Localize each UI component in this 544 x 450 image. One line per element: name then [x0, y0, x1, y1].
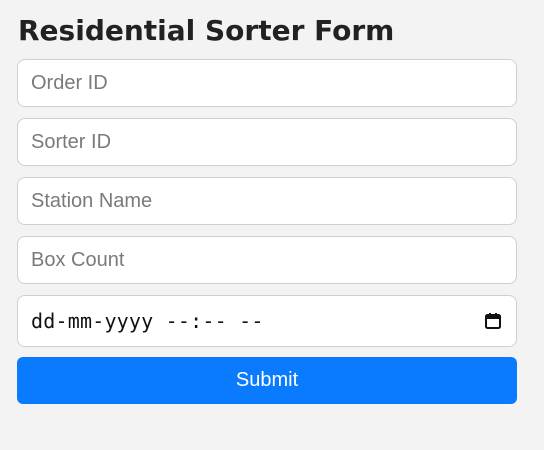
submit-button[interactable]: Submit — [17, 357, 517, 404]
page-title: Residential Sorter Form — [18, 14, 395, 47]
sorter-id-input[interactable] — [17, 118, 517, 166]
datetime-input[interactable]: dd-mm-yyyy --:-- -- — [17, 295, 517, 347]
datetime-placeholder: dd-mm-yyyy --:-- -- — [31, 309, 264, 333]
calendar-icon[interactable] — [484, 312, 502, 330]
order-id-input[interactable] — [17, 59, 517, 107]
box-count-input[interactable] — [17, 236, 517, 284]
station-name-input[interactable] — [17, 177, 517, 225]
